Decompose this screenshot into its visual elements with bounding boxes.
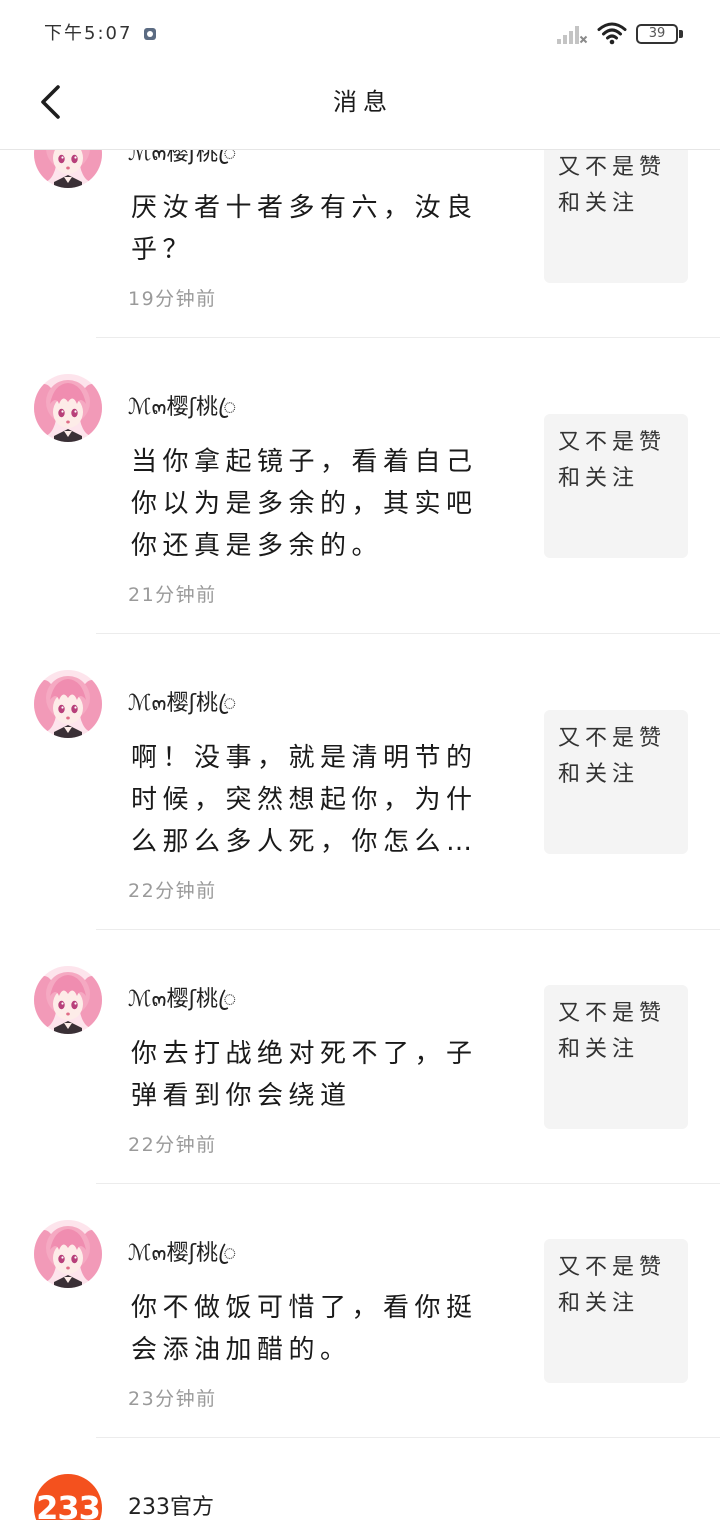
wifi-icon	[597, 22, 627, 45]
message-item-official[interactable]: 233 233官方	[0, 1438, 720, 1520]
username[interactable]: 233官方	[128, 1494, 720, 1520]
post-preview[interactable]: 又不是赞和关注	[544, 414, 688, 558]
user-avatar[interactable]	[34, 1220, 102, 1288]
status-bar: 下午5:07 39	[0, 0, 720, 66]
message-list-viewport[interactable]: ℳ๓樱ʃ桃ꦿ 厌汝者十者多有六，汝良乎？ 19分钟前 又不是赞和关注 ℳ๓樱ʃ桃…	[0, 150, 720, 1520]
signal-no-service-icon	[557, 26, 588, 44]
message-text: 厌汝者十者多有六，汝良乎？	[131, 193, 478, 265]
message-time: 22分钟前	[128, 880, 217, 902]
user-avatar[interactable]	[34, 150, 102, 188]
message-item[interactable]: ℳ๓樱ʃ桃ꦿ 厌汝者十者多有六，汝良乎？ 19分钟前 又不是赞和关注	[0, 150, 720, 338]
battery-icon: 39	[636, 24, 678, 44]
message-item[interactable]: ℳ๓樱ʃ桃ꦿ 啊！没事，就是清明节的时候，突然想起你，为什么那么多人死，你怎么……	[0, 634, 720, 930]
message-time: 21分钟前	[128, 584, 217, 606]
user-avatar[interactable]	[34, 966, 102, 1034]
top-nav-bar: 消息	[0, 66, 720, 150]
official-avatar[interactable]: 233	[34, 1474, 102, 1520]
message-text: 你去打战绝对死不了，子弹看到你会绕道	[131, 1039, 478, 1111]
app-status-icon	[144, 28, 156, 40]
post-preview[interactable]: 又不是赞和关注	[544, 1239, 688, 1383]
message-text: 啊！没事，就是清明节的时候，突然想起你，为什么那么多人死，你怎么…	[131, 743, 478, 857]
user-avatar[interactable]	[34, 374, 102, 442]
battery-level: 39	[648, 26, 666, 41]
status-time: 下午5:07	[44, 23, 133, 44]
message-text: 你不做饭可惜了，看你挺会添油加醋的。	[131, 1293, 478, 1365]
message-item[interactable]: ℳ๓樱ʃ桃ꦿ 当你拿起镜子，看着自己你以为是多余的，其实吧你还真是多余的。 21…	[0, 338, 720, 634]
page-title: 消息	[333, 88, 393, 116]
message-item[interactable]: ℳ๓樱ʃ桃ꦿ 你不做饭可惜了，看你挺会添油加醋的。 23分钟前 又不是赞和关注	[0, 1184, 720, 1438]
battery-tip	[679, 30, 683, 38]
message-list: ℳ๓樱ʃ桃ꦿ 厌汝者十者多有六，汝良乎？ 19分钟前 又不是赞和关注 ℳ๓樱ʃ桃…	[0, 150, 720, 1520]
message-time: 22分钟前	[128, 1134, 217, 1156]
post-preview[interactable]: 又不是赞和关注	[544, 710, 688, 854]
post-preview[interactable]: 又不是赞和关注	[544, 985, 688, 1129]
post-preview[interactable]: 又不是赞和关注	[544, 150, 688, 283]
message-item[interactable]: ℳ๓樱ʃ桃ꦿ 你去打战绝对死不了，子弹看到你会绕道 22分钟前 又不是赞和关注	[0, 930, 720, 1184]
message-time: 19分钟前	[128, 288, 217, 310]
user-avatar[interactable]	[34, 670, 102, 738]
message-text: 当你拿起镜子，看着自己你以为是多余的，其实吧你还真是多余的。	[131, 447, 478, 561]
message-time: 23分钟前	[128, 1388, 217, 1410]
